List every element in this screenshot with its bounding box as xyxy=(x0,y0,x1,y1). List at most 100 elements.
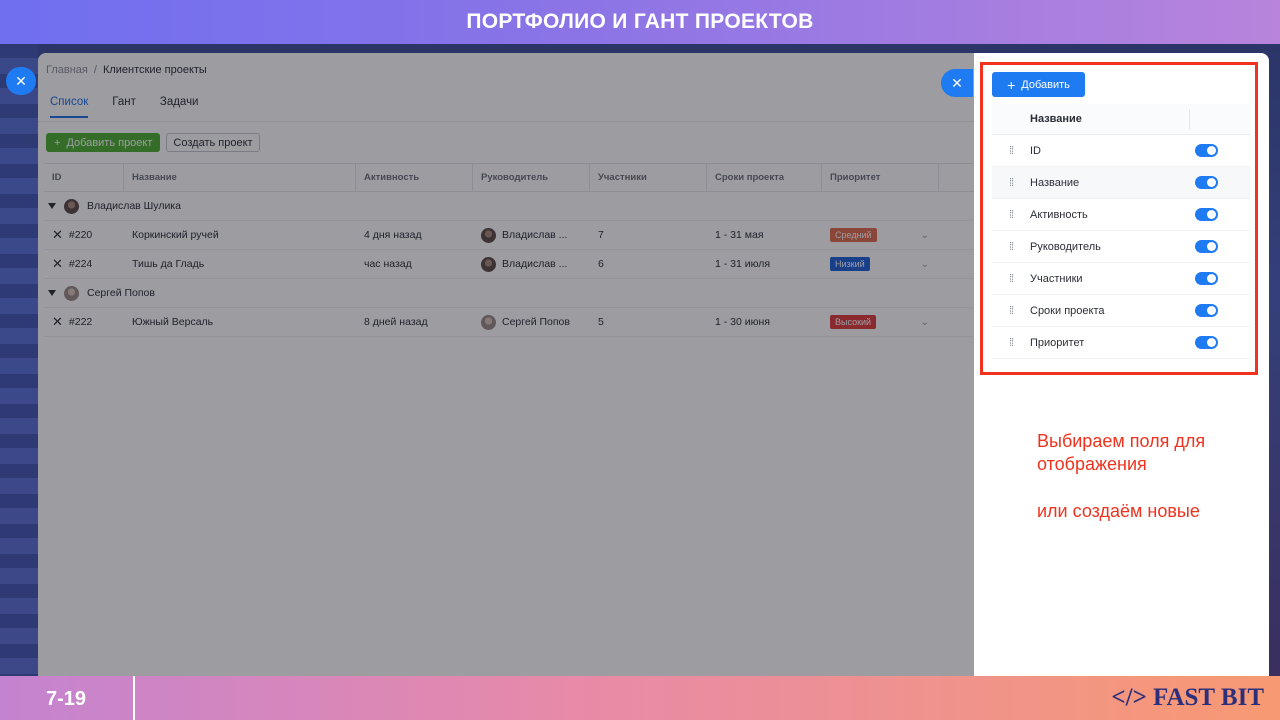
field-label: Сроки проекта xyxy=(1030,304,1105,317)
field-row-id[interactable]: ⁞⁞ ID xyxy=(992,135,1250,167)
breadcrumb-current: Клиентские проекты xyxy=(102,64,207,76)
app-window: Главная / Клиентские проекты Список Гант… xyxy=(38,53,974,676)
chevron-down-icon[interactable]: ⌄ xyxy=(921,230,929,241)
slide-footer: 7-19 </> FAST BIT xyxy=(0,676,1280,720)
close-button[interactable]: ✕ xyxy=(6,67,36,95)
cell-id: #224 xyxy=(68,258,93,270)
cell-dates: 1 - 31 июля xyxy=(715,258,771,270)
column-header-dates[interactable]: Сроки проекта xyxy=(707,164,822,191)
group-owner: Сергей Попов xyxy=(87,287,155,299)
close-icon: ✕ xyxy=(951,74,963,91)
avatar xyxy=(481,227,496,243)
field-toggle[interactable] xyxy=(1195,304,1218,317)
chevron-down-icon[interactable]: ⌄ xyxy=(921,259,929,270)
tab-list[interactable]: Список xyxy=(50,96,89,118)
column-header-id[interactable]: ID xyxy=(44,164,124,191)
cell-dates: 1 - 30 июня xyxy=(715,316,770,328)
tab-gantt[interactable]: Гант xyxy=(112,96,136,118)
close-icon[interactable]: ✕ xyxy=(52,227,63,243)
field-row-participants[interactable]: ⁞⁞ Участники xyxy=(992,263,1250,295)
group-row[interactable]: Сергей Попов xyxy=(44,279,974,308)
field-row-dates[interactable]: ⁞⁞ Сроки проекта xyxy=(992,295,1250,327)
cell-dates: 1 - 31 мая xyxy=(715,229,764,241)
cell-manager: Сергей Попов xyxy=(502,316,570,328)
drag-handle-icon[interactable]: ⁞⁞ xyxy=(992,337,1030,349)
drag-handle-icon[interactable]: ⁞⁞ xyxy=(992,209,1030,221)
field-row-activity[interactable]: ⁞⁞ Активность xyxy=(992,199,1250,231)
add-project-label: Добавить проект xyxy=(66,136,153,149)
tab-bar: Список Гант Задачи xyxy=(50,96,199,118)
table-row[interactable]: ✕ #220 Коркинский ручей 4 дня назад Влади… xyxy=(44,221,974,250)
cell-manager: Владислав ... xyxy=(502,258,568,270)
table-row[interactable]: ✕ #222 Южный Версаль 8 дней назад Сергей … xyxy=(44,308,974,337)
column-header-activity[interactable]: Активность xyxy=(356,164,473,191)
close-panel-button[interactable]: ✕ xyxy=(941,69,973,97)
priority-badge[interactable]: Средний xyxy=(830,228,877,242)
fields-list: Название ⁞⁞ ID ⁞⁞ Название ⁞⁞ Активность… xyxy=(992,104,1250,359)
avatar xyxy=(481,256,496,272)
cell-participants: 6 xyxy=(598,258,604,270)
group-owner: Владислав Шулика xyxy=(87,200,181,212)
column-header-priority[interactable]: Приоритет xyxy=(822,164,939,191)
column-header-name[interactable]: Название xyxy=(124,164,356,191)
table-header: ID Название Активность Руководитель Учас… xyxy=(44,163,974,192)
drag-handle-icon[interactable]: ⁞⁞ xyxy=(992,241,1030,253)
field-label: Приоритет xyxy=(1030,336,1085,349)
close-icon[interactable]: ✕ xyxy=(52,314,63,330)
slide-title: ПОРТФОЛИО И ГАНТ ПРОЕКТОВ xyxy=(466,10,814,33)
add-field-button[interactable]: + Добавить xyxy=(992,72,1085,97)
field-row-priority[interactable]: ⁞⁞ Приоритет xyxy=(992,327,1250,359)
field-row-manager[interactable]: ⁞⁞ Руководитель xyxy=(992,231,1250,263)
projects-table: ID Название Активность Руководитель Учас… xyxy=(44,163,974,337)
field-toggle[interactable] xyxy=(1195,240,1218,253)
field-toggle[interactable] xyxy=(1195,272,1218,285)
add-project-button[interactable]: + Добавить проект xyxy=(46,133,161,152)
page-number: 7-19 xyxy=(46,688,87,710)
field-row-name[interactable]: ⁞⁞ Название xyxy=(992,167,1250,199)
column-header-manager[interactable]: Руководитель xyxy=(473,164,590,191)
columns-settings-panel: + Добавить Название ⁞⁞ ID ⁞⁞ Название ⁞⁞… xyxy=(974,53,1269,676)
tab-tasks[interactable]: Задачи xyxy=(160,96,199,118)
drag-handle-icon[interactable]: ⁞⁞ xyxy=(992,305,1030,317)
cell-participants: 7 xyxy=(598,229,604,241)
cell-activity: 4 дня назад xyxy=(364,229,422,241)
avatar xyxy=(64,198,79,214)
avatar xyxy=(64,285,79,301)
field-toggle[interactable] xyxy=(1195,336,1218,349)
breadcrumb-home[interactable]: Главная xyxy=(46,64,88,76)
cell-name[interactable]: Коркинский ручей xyxy=(124,221,356,249)
drag-handle-icon[interactable]: ⁞⁞ xyxy=(992,145,1030,157)
background-left-strip xyxy=(0,44,38,676)
table-row[interactable]: ✕ #224 Тишь да Гладь час назад Владислав … xyxy=(44,250,974,279)
drag-handle-icon[interactable]: ⁞⁞ xyxy=(992,177,1030,189)
avatar xyxy=(481,314,496,330)
cell-name[interactable]: Южный Версаль xyxy=(124,308,356,336)
fields-header: Название xyxy=(992,104,1250,135)
field-toggle[interactable] xyxy=(1195,176,1218,189)
close-icon[interactable]: ✕ xyxy=(52,256,63,272)
cell-name[interactable]: Тишь да Гладь xyxy=(124,250,356,278)
priority-badge[interactable]: Высокий xyxy=(830,315,877,329)
annotation-text: Выбираем поля для отображения или создаё… xyxy=(1037,430,1237,547)
field-toggle[interactable] xyxy=(1195,144,1218,157)
caret-down-icon[interactable] xyxy=(48,203,56,209)
field-toggle[interactable] xyxy=(1195,208,1218,221)
group-row[interactable]: Владислав Шулика xyxy=(44,192,974,221)
close-icon: ✕ xyxy=(15,72,27,89)
plus-icon: + xyxy=(1007,76,1016,93)
caret-down-icon[interactable] xyxy=(48,290,56,296)
chevron-down-icon[interactable]: ⌄ xyxy=(921,317,929,328)
annotation-line-1: Выбираем поля для отображения xyxy=(1037,431,1206,474)
brand-logo: </> FAST BIT xyxy=(1111,684,1264,711)
drag-handle-icon[interactable]: ⁞⁞ xyxy=(992,273,1030,285)
tabs-divider xyxy=(38,121,974,122)
create-project-button[interactable]: Создать проект xyxy=(166,133,260,152)
footer-divider xyxy=(133,676,135,720)
slide-header: ПОРТФОЛИО И ГАНТ ПРОЕКТОВ xyxy=(0,0,1280,44)
fields-header-label: Название xyxy=(1030,113,1082,125)
priority-badge[interactable]: Низкий xyxy=(830,257,870,271)
cell-manager: Владислав ... xyxy=(502,229,568,241)
field-label: Название xyxy=(1030,176,1080,189)
column-header-participants[interactable]: Участники xyxy=(590,164,707,191)
cell-activity: 8 дней назад xyxy=(364,316,428,328)
